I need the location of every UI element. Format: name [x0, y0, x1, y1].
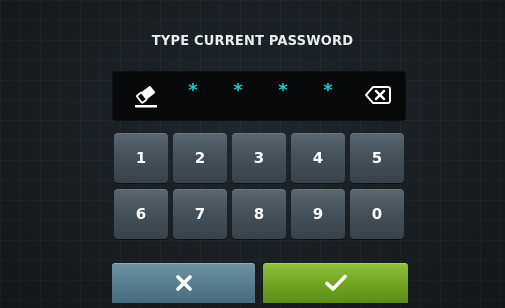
backspace-button[interactable]: [364, 84, 392, 106]
keypad-key-4[interactable]: 4: [291, 133, 345, 183]
keypad-key-6[interactable]: 6: [114, 189, 168, 239]
password-mask-char: *: [278, 80, 288, 101]
password-display: * * * *: [112, 71, 406, 121]
confirm-button[interactable]: [263, 263, 408, 303]
eraser-icon: [135, 86, 157, 108]
keypad-key-7[interactable]: 7: [173, 189, 227, 239]
password-mask-char: *: [188, 80, 198, 101]
keypad-key-1[interactable]: 1: [114, 133, 168, 183]
keypad-key-0[interactable]: 0: [350, 189, 404, 239]
close-icon: [175, 275, 192, 291]
keypad-key-8[interactable]: 8: [232, 189, 286, 239]
page-title: TYPE CURRENT PASSWORD: [151, 34, 354, 49]
keypad-key-5[interactable]: 5: [350, 133, 404, 183]
clear-password-button[interactable]: [132, 83, 160, 109]
keypad-key-3[interactable]: 3: [232, 133, 286, 183]
password-mask-char: *: [233, 80, 243, 101]
keypad-key-2[interactable]: 2: [173, 133, 227, 183]
backspace-icon: [365, 86, 391, 104]
password-mask-char: *: [323, 80, 333, 101]
cancel-button[interactable]: [112, 263, 255, 303]
keypad-key-9[interactable]: 9: [291, 189, 345, 239]
checkmark-icon: [324, 274, 347, 291]
